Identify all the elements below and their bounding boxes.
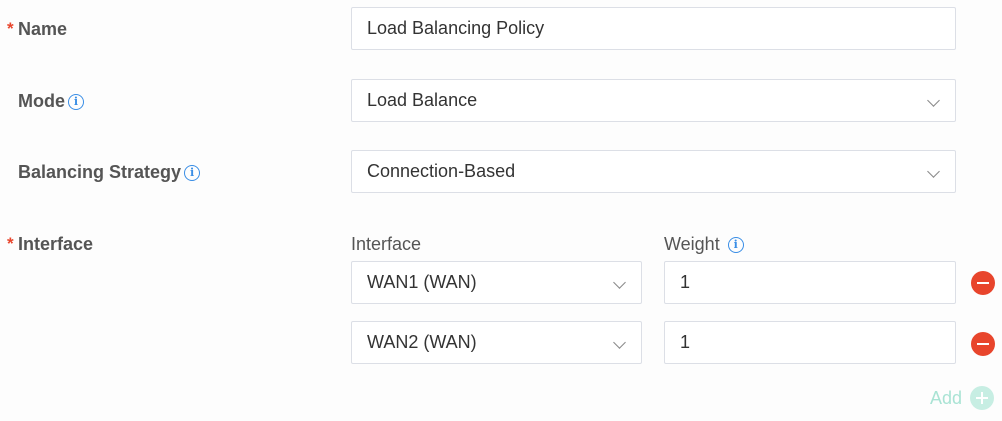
name-label: Name [18, 19, 67, 40]
name-label-text: Name [18, 19, 68, 39]
interface-select-value: WAN1 (WAN) [367, 272, 477, 292]
info-icon[interactable]: i [184, 164, 201, 181]
add-label: Add [929, 387, 962, 408]
interface-select[interactable]: WAN2 (WAN) [351, 321, 642, 364]
required-mark: * [7, 19, 14, 38]
chevron-down-icon [927, 164, 940, 178]
weight-input-value: 1 [680, 332, 691, 352]
name-input[interactable]: Load Balancing Policy [351, 7, 956, 50]
balancing-strategy-label-text: Balancing Strategy [18, 162, 182, 182]
mode-label-text: Mode [18, 91, 65, 111]
load-balancing-policy-form: * Name Load Balancing Policy Mode i Load… [0, 0, 1002, 421]
interface-label: Interface [18, 234, 93, 255]
mode-label: Mode i [18, 91, 84, 112]
name-input-value: Load Balancing Policy [367, 18, 545, 38]
info-icon[interactable]: i [68, 93, 84, 110]
weight-input[interactable]: 1 [664, 321, 956, 364]
info-icon[interactable]: i [727, 236, 744, 253]
balancing-strategy-select[interactable]: Connection-Based [351, 150, 956, 193]
remove-row-icon[interactable] [971, 271, 995, 295]
interface-label-text: Interface [18, 234, 94, 254]
required-mark: * [7, 234, 14, 253]
interface-select[interactable]: WAN1 (WAN) [351, 261, 642, 304]
add-row-button[interactable]: Add [930, 386, 994, 410]
plus-circle-icon [970, 386, 994, 410]
chevron-down-icon [613, 275, 626, 289]
mode-select-value: Load Balance [367, 90, 478, 110]
chevron-down-icon [927, 93, 940, 107]
interface-column-header-text: Interface [351, 234, 422, 254]
remove-row-icon[interactable] [971, 332, 995, 356]
weight-column-header-text: Weight [664, 234, 720, 254]
weight-column-header: Weight i [664, 234, 744, 255]
interface-column-header: Interface [351, 234, 421, 255]
balancing-strategy-select-value: Connection-Based [367, 161, 516, 181]
balancing-strategy-label: Balancing Strategy i [18, 162, 201, 183]
interface-select-value: WAN2 (WAN) [367, 332, 477, 352]
weight-input[interactable]: 1 [664, 261, 956, 304]
mode-select[interactable]: Load Balance [351, 79, 956, 122]
weight-input-value: 1 [680, 272, 691, 292]
chevron-down-icon [613, 335, 626, 349]
